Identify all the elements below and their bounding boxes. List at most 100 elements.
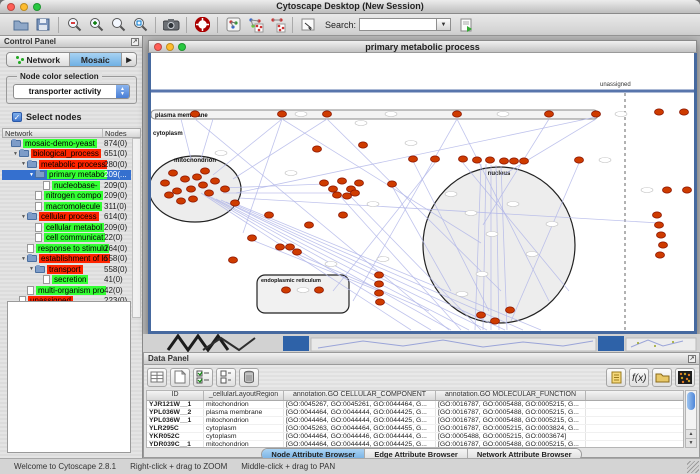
annotation-icon[interactable] [298, 16, 318, 34]
save-icon[interactable] [33, 16, 53, 34]
tree-row[interactable]: ▼primary metabo209(... [2, 170, 131, 181]
select-nodes-checkbox[interactable]: ✓ [12, 112, 22, 122]
tree-row[interactable]: ▼transport558(0) [2, 264, 131, 275]
graph-node[interactable] [657, 232, 666, 238]
disclosure-triangle-icon[interactable]: ▼ [20, 161, 27, 167]
graph-node[interactable] [473, 157, 482, 163]
search-input[interactable] [359, 18, 437, 31]
graph-node[interactable] [351, 190, 360, 196]
graph-node[interactable] [680, 109, 689, 115]
network-overview-icon[interactable] [223, 16, 243, 34]
tree-scrollbar[interactable] [132, 138, 141, 318]
graph-node[interactable] [477, 312, 486, 318]
zoom-out-icon[interactable] [64, 16, 84, 34]
graph-node[interactable] [211, 178, 220, 184]
graph-node[interactable] [229, 257, 238, 263]
tree-row[interactable]: cell communicat22(0) [2, 233, 131, 244]
graph-node[interactable] [375, 281, 384, 287]
float-panel-icon[interactable]: ↗ [131, 38, 139, 46]
tree-row[interactable]: ▼metabolic process280(0) [2, 159, 131, 170]
zoom-selected-icon[interactable] [130, 16, 150, 34]
tree-row[interactable]: nitrogen compo209(0) [2, 191, 131, 202]
table-row[interactable]: YKR052Ccytoplasm[GO:0044464, GO:0044446,… [147, 433, 683, 441]
graph-node[interactable] [231, 200, 240, 206]
resize-grip[interactable] [687, 461, 699, 473]
graph-node[interactable] [282, 287, 291, 293]
graph-node[interactable] [459, 156, 468, 162]
apply-layout-icon[interactable] [245, 16, 265, 34]
graph-node[interactable] [187, 186, 196, 192]
tab-mosaic[interactable]: Mosaic [70, 53, 122, 66]
graph-node[interactable] [491, 318, 500, 324]
graph-node[interactable] [305, 222, 314, 228]
unselect-attributes-icon[interactable] [216, 368, 236, 387]
disclosure-triangle-icon[interactable]: ▼ [28, 266, 35, 272]
select-attributes-icon[interactable] [193, 368, 213, 387]
network-canvas[interactable]: plasma membranecytoplasmmitochondrionnuc… [148, 53, 697, 334]
apply-layout-alt-icon[interactable] [267, 16, 287, 34]
graph-node[interactable] [286, 244, 295, 250]
graph-node[interactable] [355, 180, 364, 186]
graph-node[interactable] [655, 109, 664, 115]
graph-node[interactable] [375, 290, 384, 296]
graph-node[interactable] [205, 190, 214, 196]
graph-node[interactable] [193, 174, 202, 180]
table-row[interactable]: YLR295Ccytoplasm[GO:0045263, GO:0044464,… [147, 425, 683, 433]
graph-node[interactable] [177, 198, 186, 204]
matrix-icon[interactable] [675, 368, 695, 387]
graph-node[interactable] [323, 111, 332, 117]
search-dropdown-icon[interactable]: ▼ [437, 18, 451, 31]
column-header[interactable]: ID [147, 391, 204, 400]
graph-node[interactable] [663, 187, 672, 193]
graph-node[interactable] [510, 158, 519, 164]
snapshot-icon[interactable] [161, 16, 181, 34]
tree-row[interactable]: ▼establishment of lo558(0) [2, 254, 131, 265]
open-folder-icon[interactable] [11, 16, 31, 34]
attribute-dropdown[interactable]: transporter activity ▲▼ [13, 84, 130, 99]
tab-overflow-arrow-icon[interactable]: ▶ [122, 53, 136, 66]
table-row[interactable]: YPL036W__2plasma membrane[GO:0044464, GO… [147, 409, 683, 417]
graph-node[interactable] [653, 212, 662, 218]
tree-row[interactable]: mosaic-demo-yeast874(0) [2, 138, 131, 149]
graph-node[interactable] [333, 192, 342, 198]
graph-node[interactable] [656, 252, 665, 258]
graph-node[interactable] [575, 157, 584, 163]
label-icon[interactable] [606, 368, 626, 387]
disclosure-triangle-icon[interactable]: ▼ [12, 151, 19, 157]
import-attributes-icon[interactable] [652, 368, 672, 387]
function-builder-icon[interactable]: f(x) [629, 368, 649, 387]
disclosure-triangle-icon[interactable]: ▼ [20, 214, 27, 220]
graph-node[interactable] [453, 111, 462, 117]
column-header[interactable]: _cellularLayoutRegion [204, 391, 284, 400]
table-row[interactable]: YJR121W__1mitochondrion[GO:0045267, GO:0… [147, 401, 683, 409]
table-row[interactable]: YDR039C__1mitochondrion[GO:0044464, GO:0… [147, 441, 683, 448]
attribute-grid-icon[interactable] [147, 368, 167, 387]
graph-node[interactable] [375, 272, 384, 278]
help-icon[interactable] [192, 16, 212, 34]
graph-node[interactable] [376, 299, 385, 305]
tree-row[interactable]: cellular metabol209(0) [2, 222, 131, 233]
graph-node[interactable] [388, 181, 397, 187]
network-window-titlebar[interactable]: primary metabolic process [148, 40, 697, 53]
tree-row[interactable]: ▼cellular process614(0) [2, 212, 131, 223]
graph-node[interactable] [181, 176, 190, 182]
graph-node[interactable] [221, 186, 230, 192]
import-network-icon[interactable] [457, 16, 477, 34]
graph-node[interactable] [248, 235, 257, 241]
tree-column-nodes[interactable]: Nodes [103, 129, 140, 137]
tree-column-network[interactable]: Network [3, 129, 103, 137]
table-scrollbar[interactable]: ▲ ▼ [685, 390, 697, 448]
graph-node[interactable] [313, 146, 322, 152]
disclosure-triangle-icon[interactable]: ▼ [28, 172, 35, 178]
graph-node[interactable] [520, 158, 529, 164]
zoom-in-icon[interactable] [86, 16, 106, 34]
graph-node[interactable] [191, 111, 200, 117]
tree-row[interactable]: response to stimulu264(0) [2, 243, 131, 254]
column-header[interactable]: annotation.GO MOLECULAR_FUNCTION [436, 391, 586, 400]
graph-node[interactable] [338, 178, 347, 184]
graph-node[interactable] [276, 244, 285, 250]
graph-node[interactable] [431, 156, 440, 162]
disclosure-triangle-icon[interactable]: ▼ [20, 256, 27, 262]
table-row[interactable]: YPL036W__1mitochondrion[GO:0044464, GO:0… [147, 417, 683, 425]
graph-node[interactable] [173, 188, 182, 194]
